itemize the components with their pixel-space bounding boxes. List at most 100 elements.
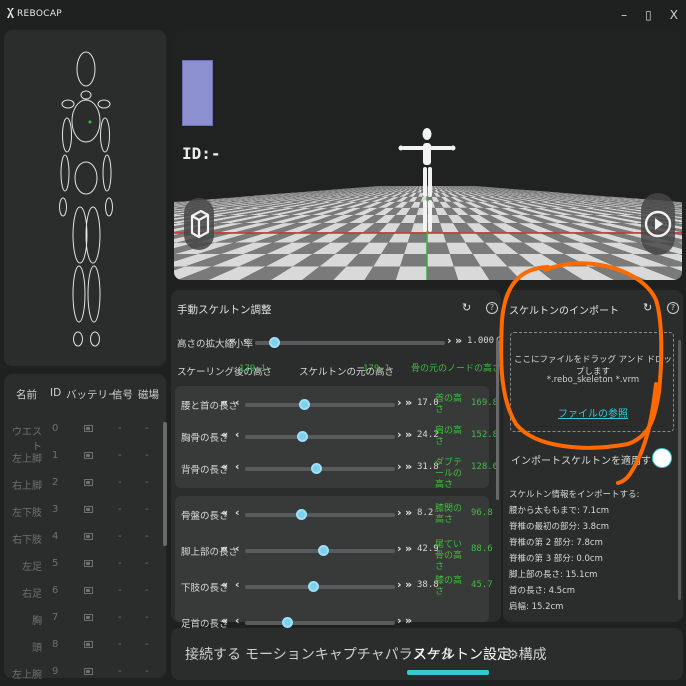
tab-skeleton-settings[interactable]: スケルトン設定 [413, 644, 511, 664]
device-table-scrollbar[interactable] [163, 422, 167, 546]
right-icon[interactable]: › [397, 428, 401, 441]
left-icon[interactable]: ‹ [235, 396, 239, 409]
slider-handle[interactable] [282, 617, 293, 628]
apply-import-toggle[interactable] [652, 448, 672, 468]
sensor-right-forearm[interactable] [102, 154, 112, 192]
import-refresh-icon[interactable]: ↻ [643, 301, 652, 314]
scale-fast-left-icon[interactable]: « [229, 334, 236, 347]
fast-left-icon[interactable]: « [221, 506, 228, 519]
sensor-right-foot[interactable] [90, 331, 100, 347]
table-row[interactable]: 右足 6 - - [4, 578, 166, 605]
scale-handle[interactable] [269, 337, 280, 348]
left-icon[interactable]: ‹ [235, 506, 239, 519]
slider-handle[interactable] [297, 431, 308, 442]
right-icon[interactable]: › [397, 506, 401, 519]
sensor-right-lower-leg[interactable] [87, 265, 101, 323]
table-row[interactable]: 左足 5 - - [4, 551, 166, 578]
slider-track[interactable] [245, 403, 395, 407]
slider-handle[interactable] [307, 581, 319, 592]
left-icon[interactable]: ‹ [235, 542, 239, 555]
table-row[interactable]: 頭8 - - [4, 632, 166, 659]
slider-handle[interactable] [310, 463, 322, 474]
height-scale-slider[interactable]: 高さの拡大縮小率 « ‹ › » 1.000 C [177, 332, 501, 352]
sensor-right-hand[interactable] [105, 197, 113, 217]
table-row[interactable]: ウエスト 0- - [4, 416, 166, 453]
cube-view-button[interactable] [184, 198, 214, 250]
sensor-left-upper-leg[interactable] [72, 206, 88, 264]
slider-track[interactable] [245, 621, 395, 625]
table-row[interactable]: 胸7 - - [4, 605, 166, 632]
bone-length-slider[interactable]: 背骨の長さ «‹ ›» 31.8 ダブテールの高さ 128.6 [181, 458, 498, 490]
fast-right-icon[interactable]: » [405, 460, 412, 473]
close-button[interactable]: X [670, 8, 678, 22]
file-drop-zone[interactable]: ここにファイルをドラッグ アンド ドロップします *.rebo_skeleton… [510, 332, 674, 432]
tab-connect[interactable]: 接続する [185, 644, 241, 664]
slider-handle[interactable] [298, 399, 310, 410]
right-icon[interactable]: › [397, 460, 401, 473]
3d-viewport[interactable]: ID:- [174, 30, 682, 280]
fast-left-icon[interactable]: « [221, 428, 228, 441]
table-row[interactable]: 左上脚 1 - - [4, 443, 166, 470]
sensor-right-upper-leg[interactable] [85, 206, 101, 264]
scale-right-icon[interactable]: › [447, 334, 451, 347]
fast-left-icon[interactable]: « [221, 396, 228, 409]
sensor-head[interactable] [76, 51, 96, 87]
right-icon[interactable]: › [397, 542, 401, 555]
slider-track[interactable] [245, 585, 395, 589]
fast-right-icon[interactable]: » [405, 542, 412, 555]
sensor-left-upper-arm[interactable] [62, 117, 72, 153]
right-icon[interactable]: › [397, 578, 401, 591]
play-button[interactable] [641, 193, 675, 255]
sensor-waist[interactable] [74, 161, 98, 195]
table-row[interactable]: 左下肢 3 - - [4, 497, 166, 524]
sensor-neck[interactable] [80, 90, 92, 100]
scale-track[interactable] [255, 341, 445, 345]
bone-length-slider[interactable]: 骨盤の長さ «‹ ›» 8.2 膝関の高さ 96.8 [181, 504, 493, 525]
sensor-right-shoulder[interactable] [97, 99, 111, 109]
minimize-button[interactable]: – [621, 8, 627, 22]
manual-help-icon[interactable]: ? [486, 302, 498, 314]
fast-right-icon[interactable]: » [405, 506, 412, 519]
fast-right-icon[interactable]: » [405, 578, 412, 591]
left-icon[interactable]: ‹ [235, 614, 239, 627]
bone-length-slider[interactable]: 下肢の長さ «‹ ›» 38.8 膝の高さ 45.7 [181, 576, 493, 597]
slider-track[interactable] [245, 435, 395, 439]
right-icon[interactable]: › [397, 396, 401, 409]
slider-track[interactable] [245, 513, 395, 517]
table-row[interactable]: 右下肢 4 - - [4, 524, 166, 551]
tab-config[interactable]: ⚙構成 [507, 644, 547, 664]
slider-handle[interactable] [295, 509, 307, 520]
fast-right-icon[interactable]: » [405, 428, 412, 441]
fast-left-icon[interactable]: « [221, 578, 228, 591]
browse-file-link[interactable]: ファイルの参照 [511, 405, 675, 420]
fast-left-icon[interactable]: « [221, 542, 228, 555]
table-row[interactable]: 右上脚 2 - - [4, 470, 166, 497]
bone-length-slider[interactable]: 胸骨の長さ «‹ ›» 24.2 肩の高さ 152.8 [181, 426, 498, 447]
fast-right-icon[interactable]: » [405, 396, 412, 409]
scale-fast-right-icon[interactable]: » [455, 334, 462, 347]
manual-refresh-icon[interactable]: ↻ [462, 301, 471, 314]
left-icon[interactable]: ‹ [235, 578, 239, 591]
table-row[interactable]: 左上腕 9 - - [4, 659, 166, 686]
sensor-left-foot[interactable] [73, 331, 83, 347]
sensor-left-lower-leg[interactable] [72, 265, 86, 323]
bone-length-slider[interactable]: 腰と首の長さ «‹ ›» 17.0 首の高さ 169.8 [181, 394, 498, 415]
scale-left-icon[interactable]: ‹ [243, 334, 247, 347]
sensor-chest[interactable] [71, 99, 101, 143]
left-icon[interactable]: ‹ [235, 460, 239, 473]
fast-right-icon[interactable]: » [405, 614, 412, 627]
sensor-left-hand[interactable] [59, 197, 67, 217]
bone-length-slider[interactable]: 脚上部の長さ «‹ ›» 42.9 尾てい骨の高さ 88.6 [181, 540, 493, 572]
right-icon[interactable]: › [397, 614, 401, 627]
maximize-button[interactable]: ▯ [645, 8, 652, 22]
fast-left-icon[interactable]: « [221, 460, 228, 473]
fast-left-icon[interactable]: « [221, 614, 228, 627]
slider-handle[interactable] [318, 545, 329, 556]
sensor-right-upper-arm[interactable] [100, 117, 110, 153]
sensor-left-forearm[interactable] [60, 154, 70, 192]
import-help-icon[interactable]: ? [667, 302, 679, 314]
left-icon[interactable]: ‹ [235, 428, 239, 441]
sensor-left-shoulder[interactable] [61, 99, 75, 109]
import-scrollbar[interactable] [678, 340, 681, 600]
manual-scrollbar[interactable] [496, 340, 499, 500]
